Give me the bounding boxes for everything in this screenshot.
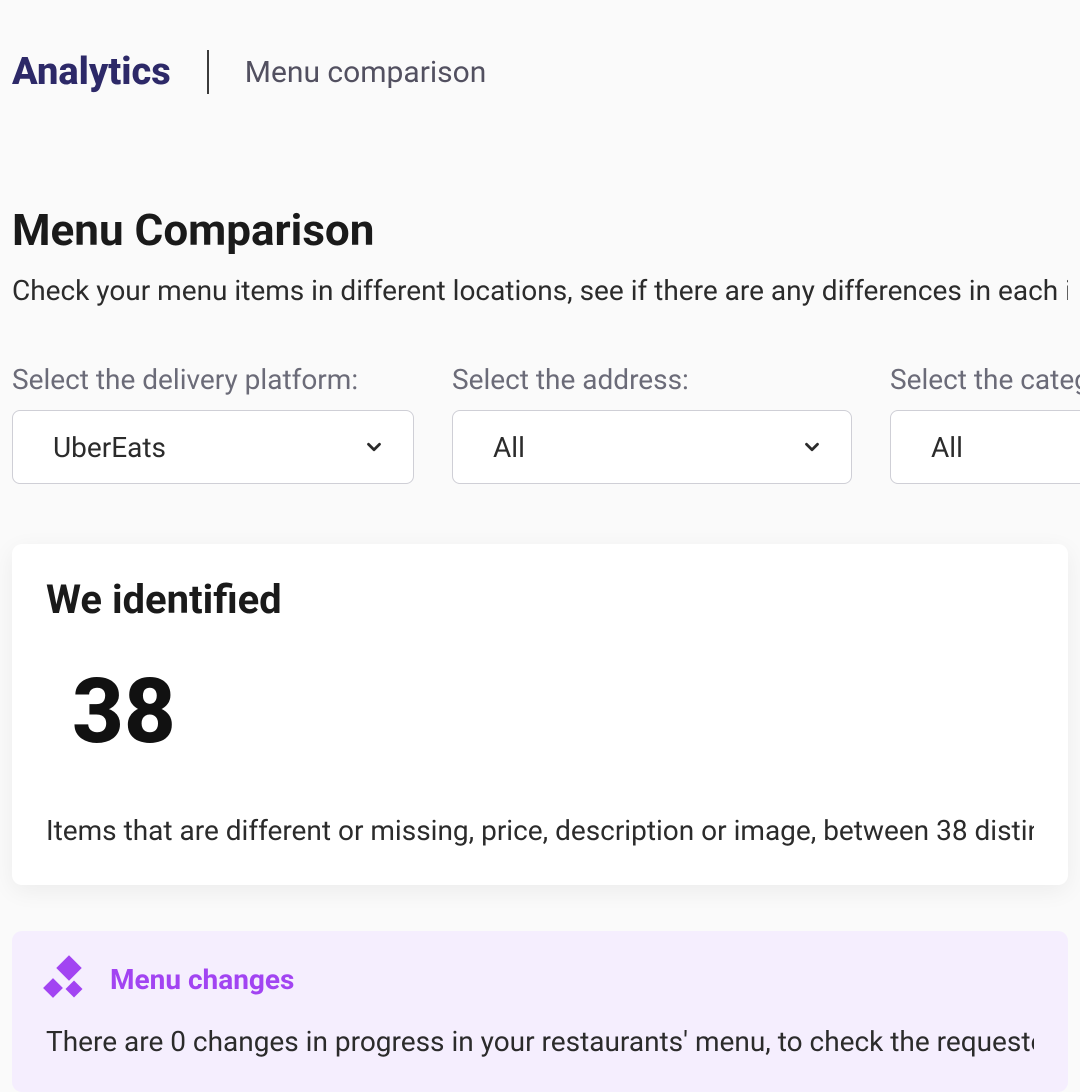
filter-category: Select the categ All	[890, 363, 1080, 484]
chevron-down-icon	[801, 436, 823, 458]
app-section-title: Analytics	[12, 50, 171, 94]
breadcrumb-separator	[207, 50, 209, 94]
menu-changes-card: Menu changes There are 0 changes in prog…	[12, 931, 1068, 1092]
identified-card: We identified 38 Items that are differen…	[12, 544, 1068, 885]
category-select-value: All	[931, 431, 963, 464]
filter-address-label: Select the address:	[452, 363, 852, 396]
category-select[interactable]: All	[890, 410, 1080, 484]
page-title: Menu Comparison	[12, 204, 1068, 256]
address-select[interactable]: All	[452, 410, 852, 484]
breadcrumb-current: Menu comparison	[245, 55, 487, 90]
filters-row: Select the delivery platform: UberEats S…	[12, 363, 1068, 484]
chevron-down-icon	[363, 436, 385, 458]
filter-platform: Select the delivery platform: UberEats	[12, 363, 414, 484]
menu-changes-header: Menu changes	[46, 959, 1034, 999]
platform-select-value: UberEats	[53, 431, 166, 464]
address-select-value: All	[493, 431, 525, 464]
menu-changes-description: There are 0 changes in progress in your …	[46, 1025, 1034, 1058]
platform-select[interactable]: UberEats	[12, 410, 414, 484]
identified-heading: We identified	[46, 576, 1034, 623]
sparkle-icon	[46, 959, 86, 999]
filter-category-label: Select the categ	[890, 363, 1080, 396]
identified-count: 38	[72, 659, 1034, 764]
page-description: Check your menu items in different locat…	[12, 274, 1068, 307]
breadcrumb: Analytics Menu comparison	[0, 0, 1080, 94]
filter-address: Select the address: All	[452, 363, 852, 484]
filter-platform-label: Select the delivery platform:	[12, 363, 414, 396]
identified-description: Items that are different or missing, pri…	[46, 814, 1034, 847]
menu-changes-title: Menu changes	[110, 963, 294, 996]
